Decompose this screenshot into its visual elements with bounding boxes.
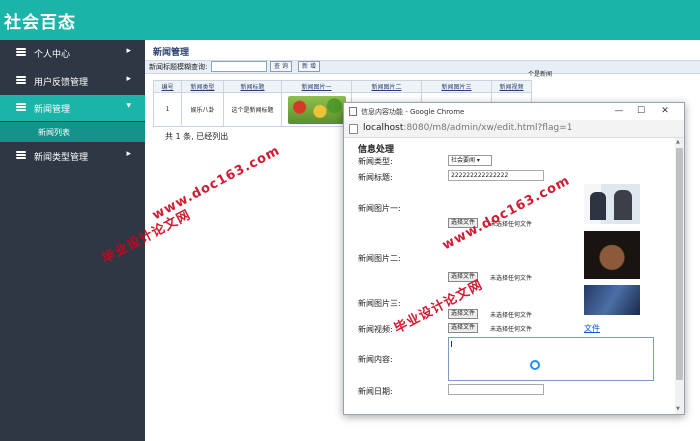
address-bar[interactable]: localhost:8080/m8/admin/xw/edit.html?fla…	[344, 120, 684, 138]
vegetable-thumbnail	[287, 95, 346, 124]
image1-label: 新闻图片一:	[358, 204, 401, 213]
news-type-label: 新闻类型:	[358, 157, 393, 166]
page-info-icon[interactable]	[349, 124, 358, 134]
minimize-button[interactable]: —	[610, 104, 628, 118]
url-path: :8080/m8/admin/xw/edit.html?flag=1	[403, 123, 573, 133]
image2-file-status: 未选择任何文件	[490, 275, 533, 282]
sidebar-subitem-label: 新闻列表	[38, 128, 70, 137]
video-file-link[interactable]: 文件	[584, 323, 600, 334]
sidebar-item-label: 新闻类型管理	[34, 153, 89, 163]
sidebar-item-label: 用户反馈管理	[34, 78, 89, 88]
image3-label: 新闻图片三:	[358, 299, 401, 308]
window-titlebar[interactable]: 信息内容功能 - Google Chrome — ☐ ✕	[344, 103, 684, 120]
video-label: 新闻视频:	[358, 325, 393, 334]
sidebar-item-label: 新闻管理	[34, 105, 71, 115]
news-date-input[interactable]	[448, 384, 544, 395]
column-header[interactable]: 新闻标题	[223, 80, 282, 93]
url-text[interactable]: localhost:8080/m8/admin/xw/edit.html?fla…	[363, 123, 572, 133]
column-header[interactable]: 新闻图片三	[421, 80, 492, 93]
image3-preview	[584, 285, 640, 315]
database-icon	[16, 103, 26, 112]
chevron-down-icon: ▾	[126, 101, 131, 111]
image2-preview	[584, 231, 640, 279]
sidebar-item-label: 个人中心	[34, 50, 71, 60]
vertical-scrollbar[interactable]: ▲ ▼	[675, 138, 684, 414]
cell-id: 1	[153, 92, 182, 127]
video-file-status: 未选择任何文件	[490, 326, 533, 333]
sidebar-subitem-news-list[interactable]: 新闻列表	[0, 122, 145, 142]
maximize-button[interactable]: ☐	[632, 104, 650, 118]
cell-type: 娱乐八卦	[181, 92, 224, 127]
edit-popup-window: 信息内容功能 - Google Chrome — ☐ ✕ localhost:8…	[343, 102, 685, 415]
video-choose-file-button[interactable]: 选择文件	[448, 323, 479, 333]
image3-choose-file-button[interactable]: 选择文件	[448, 309, 479, 319]
search-label: 新闻标题模糊查询:	[149, 63, 208, 71]
news-type-select[interactable]: 社会要闻 ▾	[448, 155, 492, 166]
database-icon	[16, 76, 26, 85]
column-header[interactable]: 新闻图片二	[351, 80, 422, 93]
record-summary: 共 1 条, 已经列出	[165, 132, 229, 141]
column-header[interactable]: 编号	[153, 80, 182, 93]
app-header: 社会百态	[0, 0, 700, 40]
url-host: localhost	[363, 123, 404, 133]
chevron-right-icon: ▸	[126, 149, 131, 159]
sidebar-item-news[interactable]: 新闻管理 ▾	[0, 95, 145, 121]
query-button[interactable]: 查 询	[270, 61, 292, 72]
scroll-down-icon[interactable]: ▼	[676, 406, 680, 412]
date-label: 新闻日期:	[358, 387, 393, 396]
window-title: 信息内容功能 - Google Chrome	[361, 108, 465, 116]
database-icon	[16, 151, 26, 160]
cell-image-1	[281, 92, 352, 127]
image3-file-status: 未选择任何文件	[490, 312, 533, 319]
loading-spinner-icon	[530, 360, 540, 370]
close-button[interactable]: ✕	[656, 104, 674, 118]
chevron-right-icon: ▸	[126, 46, 131, 56]
text-cursor	[451, 341, 452, 347]
image1-preview	[584, 184, 640, 224]
column-header[interactable]: 新闻图片一	[281, 80, 352, 93]
form-area: 信息处理 新闻类型: 社会要闻 ▾ 新闻标题: 222222222222222 …	[344, 138, 674, 414]
cell-title: 这个是新闻标题	[223, 92, 282, 127]
app-title: 社会百态	[4, 13, 76, 33]
column-header[interactable]: 新闻类型	[181, 80, 224, 93]
table-header-row: 编号 新闻类型 新闻标题 新闻图片一 新闻图片二 新闻图片三 新闻视频	[153, 80, 532, 93]
sidebar-item-personal-center[interactable]: 个人中心 ▸	[0, 40, 145, 66]
content-label: 新闻内容:	[358, 355, 393, 364]
column-header[interactable]: 新闻视频	[491, 80, 532, 93]
scrollbar-thumb[interactable]	[676, 148, 683, 380]
image2-label: 新闻图片二:	[358, 254, 401, 263]
news-title-label: 新闻标题:	[358, 173, 393, 182]
news-content-textarea[interactable]	[448, 337, 654, 381]
page-icon	[349, 107, 357, 116]
news-title-input[interactable]: 222222222222222	[448, 170, 544, 181]
add-button[interactable]: 新 增	[298, 61, 320, 72]
scroll-up-icon[interactable]: ▲	[676, 139, 680, 145]
chevron-right-icon: ▸	[126, 74, 131, 84]
form-title: 信息处理	[358, 145, 395, 155]
search-bar: 新闻标题模糊查询: 查 询 新 增	[145, 60, 700, 74]
search-input[interactable]	[211, 61, 267, 72]
sidebar-item-feedback[interactable]: 用户反馈管理 ▸	[0, 68, 145, 94]
database-icon	[16, 48, 26, 57]
sidebar-item-news-types[interactable]: 新闻类型管理 ▸	[0, 143, 145, 169]
page-title: 新闻管理	[153, 48, 190, 58]
overflow-title-text: 个是新闻	[528, 71, 553, 78]
